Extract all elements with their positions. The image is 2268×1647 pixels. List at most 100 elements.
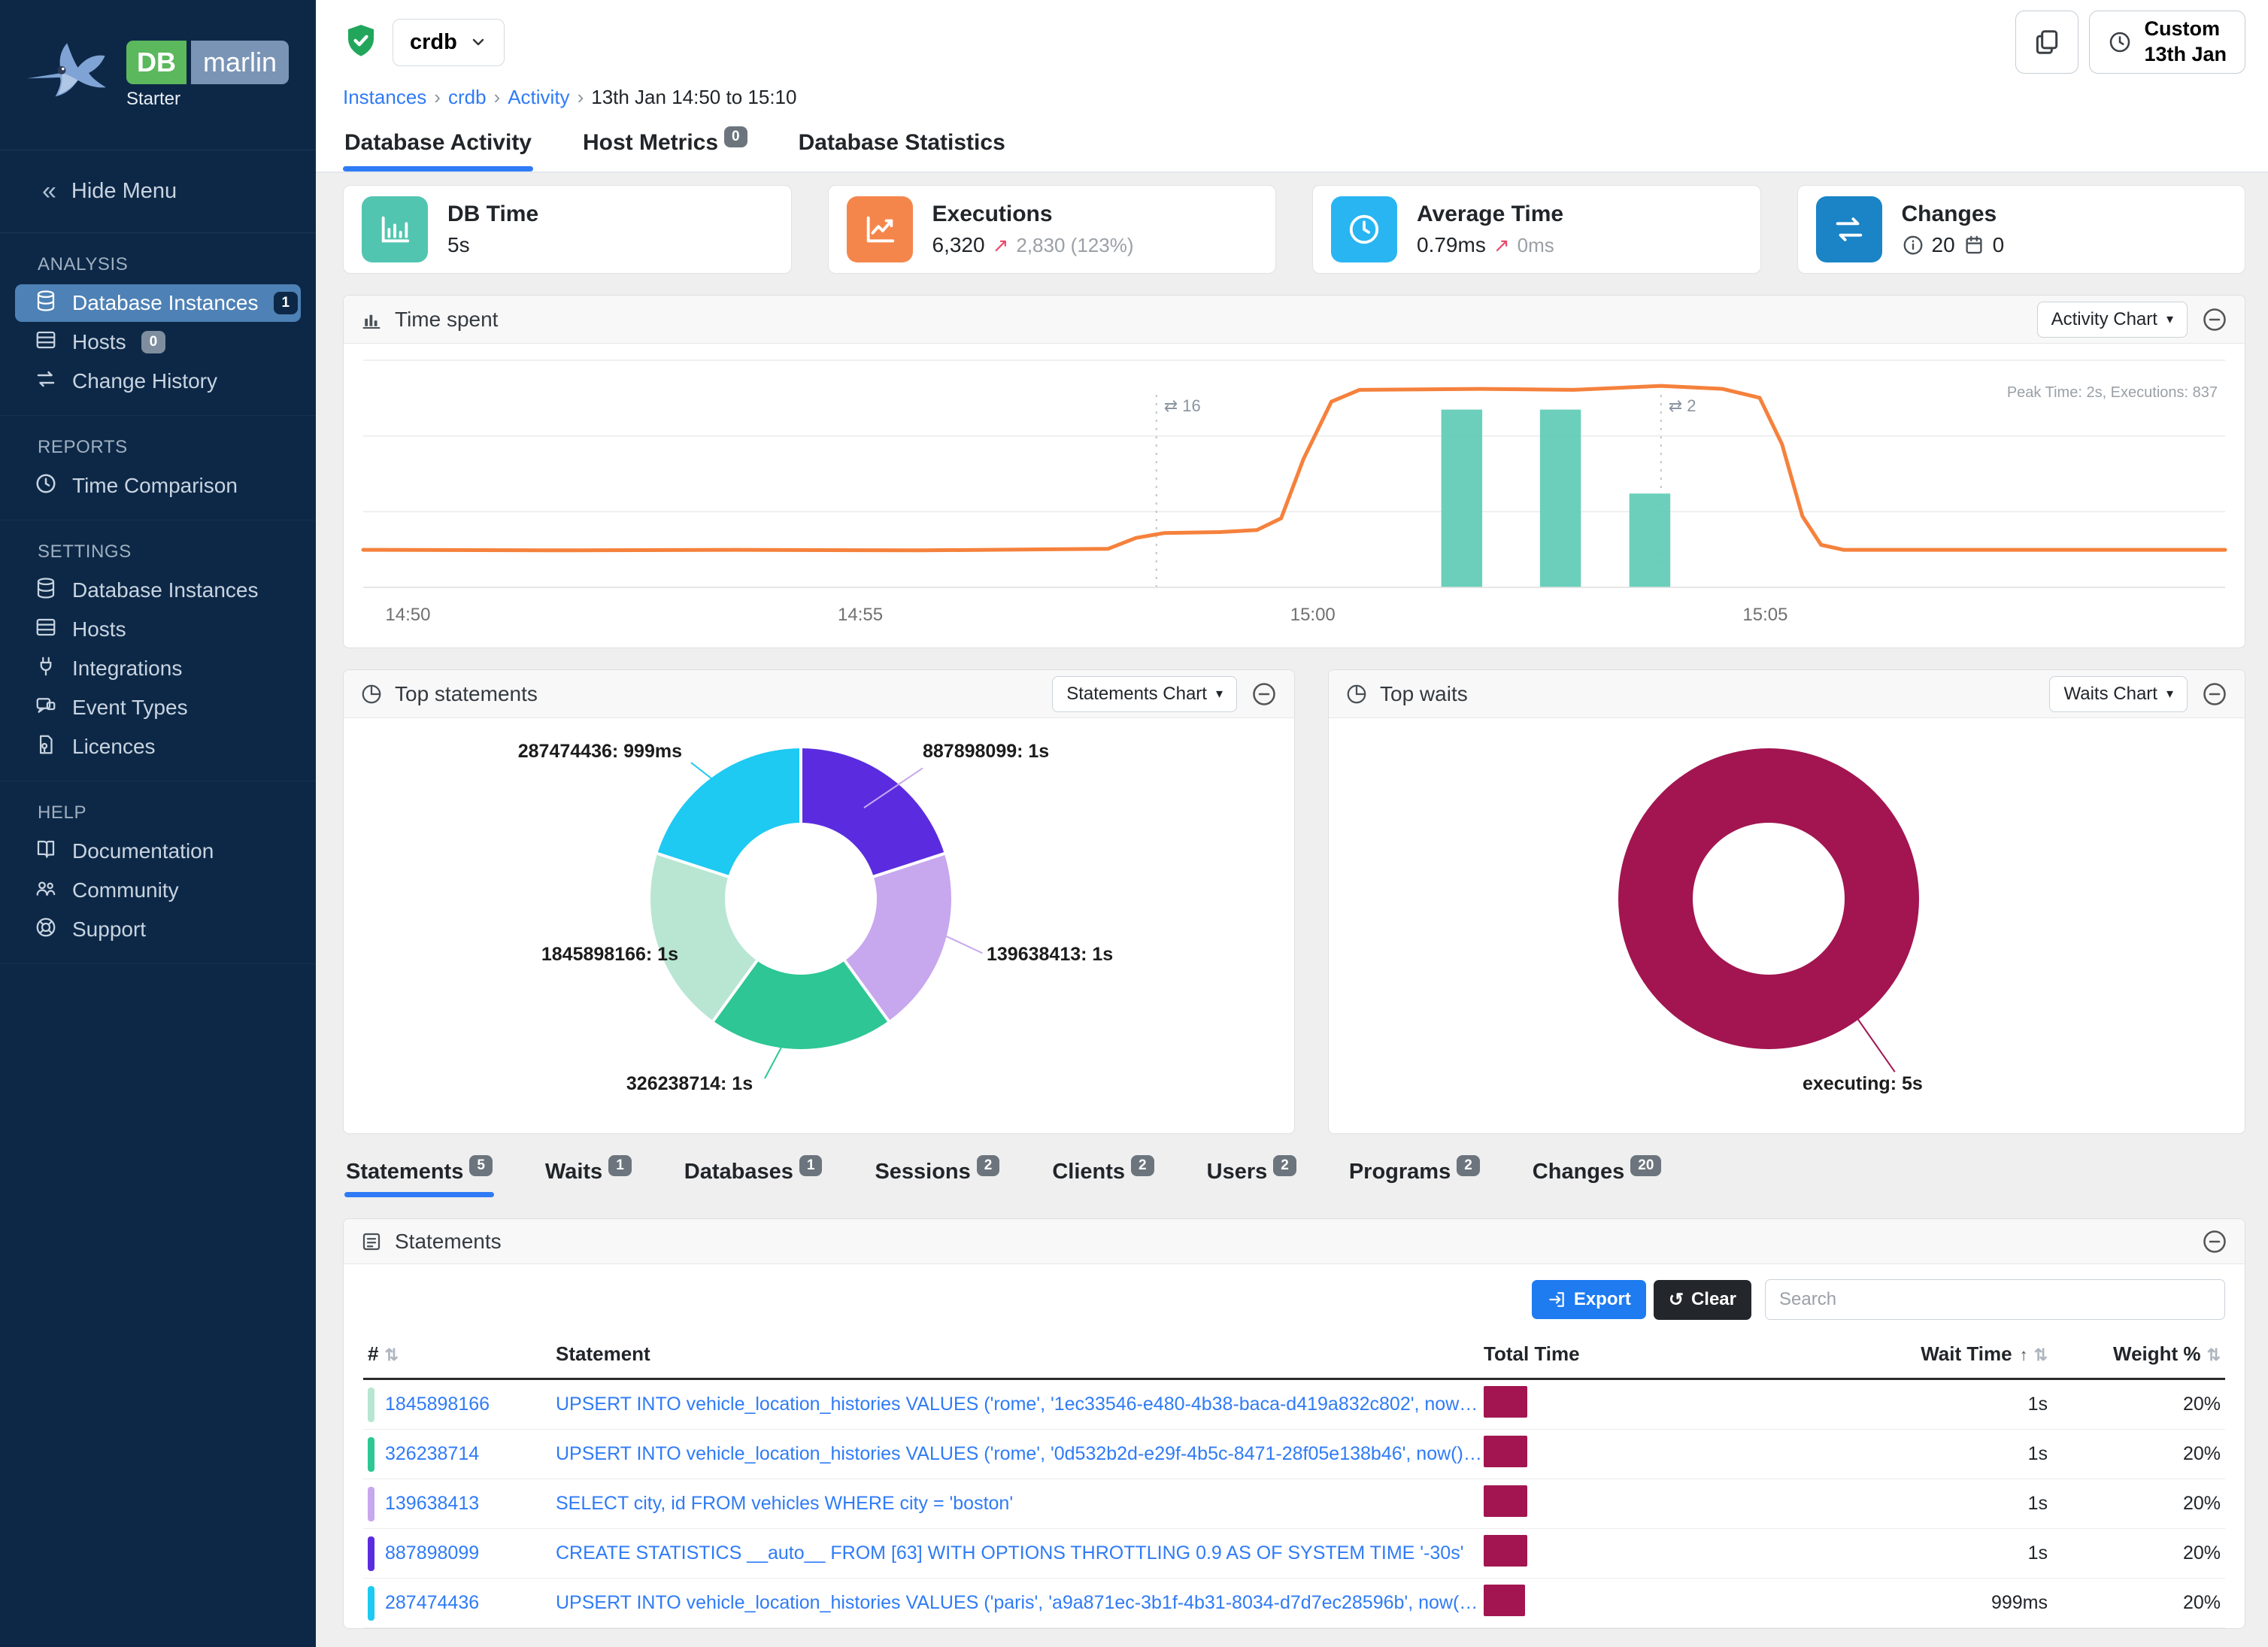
count-badge: 5 bbox=[469, 1155, 493, 1176]
instance-selector[interactable]: crdb bbox=[393, 19, 505, 66]
wait-time-value: 1s bbox=[1800, 1443, 2048, 1465]
clock-icon bbox=[1331, 196, 1397, 262]
statement-id-link[interactable]: 326238714 bbox=[385, 1443, 479, 1465]
sidebar-item[interactable]: Change History bbox=[15, 362, 301, 400]
detail-tab-label: Statements bbox=[346, 1160, 463, 1184]
table-row: 887898099 CREATE STATISTICS __auto__ FRO… bbox=[363, 1529, 2225, 1579]
sidebar-section-title: HELP bbox=[0, 781, 316, 831]
statement-id-link[interactable]: 887898099 bbox=[385, 1542, 479, 1564]
metric-label: Changes bbox=[1902, 202, 2005, 227]
sidebar-item[interactable]: Licences bbox=[15, 728, 301, 766]
sidebar-item[interactable]: Database Instances 1 bbox=[15, 284, 301, 322]
table-row: 1845898166 UPSERT INTO vehicle_location_… bbox=[363, 1380, 2225, 1430]
weight-value: 20% bbox=[2048, 1443, 2221, 1465]
sidebar-item[interactable]: Time Comparison bbox=[15, 467, 301, 505]
metric-delta: 0ms bbox=[1518, 234, 1554, 257]
statement-id-link[interactable]: 287474436 bbox=[385, 1592, 479, 1614]
copy-button[interactable] bbox=[2015, 11, 2078, 74]
caret-down-icon: ▾ bbox=[2166, 311, 2173, 327]
sidebar-item[interactable]: Hosts 0 bbox=[15, 323, 301, 361]
collapse-panel-button[interactable] bbox=[2201, 306, 2228, 333]
statements-chart-dropdown[interactable]: Statements Chart▾ bbox=[1052, 676, 1237, 712]
statement-text-link[interactable]: UPSERT INTO vehicle_location_histories V… bbox=[556, 1592, 1484, 1614]
breadcrumb-item[interactable]: crdb bbox=[448, 86, 487, 109]
sidebar-item[interactable]: Support bbox=[15, 911, 301, 948]
top-statements-panel: Top statements Statements Chart▾ bbox=[343, 669, 1295, 1134]
clock-icon bbox=[35, 472, 57, 500]
instance-name: crdb bbox=[410, 30, 457, 55]
count-badge: 2 bbox=[1131, 1155, 1154, 1176]
statement-text-link[interactable]: SELECT city, id FROM vehicles WHERE city… bbox=[556, 1493, 1484, 1515]
sidebar-section: HELP Documentation Community Support bbox=[0, 781, 316, 964]
column-header-id[interactable]: #⇅ bbox=[368, 1342, 556, 1366]
breadcrumb-item[interactable]: 13th Jan 14:50 to 15:10 bbox=[591, 86, 796, 109]
minus-circle-icon bbox=[2201, 681, 2228, 708]
panel-title: Top statements bbox=[395, 682, 538, 706]
sidebar-section-title: SETTINGS bbox=[0, 520, 316, 570]
sidebar-item-label: Integrations bbox=[72, 657, 182, 681]
sidebar-item-label: Database Instances bbox=[72, 578, 259, 602]
time-range-mode: Custom bbox=[2144, 17, 2227, 42]
main-tab[interactable]: Host Metrics0 bbox=[581, 121, 749, 171]
sidebar-item[interactable]: Database Instances bbox=[15, 572, 301, 609]
sidebar-item-label: Hosts bbox=[72, 617, 126, 642]
sidebar: DBmarlin Starter « Hide Menu ANALYSIS Da… bbox=[0, 0, 316, 1647]
collapse-panel-button[interactable] bbox=[1251, 681, 1278, 708]
statement-id-link[interactable]: 139638413 bbox=[385, 1493, 479, 1515]
clear-button[interactable]: ↺ Clear bbox=[1654, 1280, 1751, 1320]
statement-text-link[interactable]: UPSERT INTO vehicle_location_histories V… bbox=[556, 1394, 1484, 1415]
sidebar-item[interactable]: Community bbox=[15, 872, 301, 909]
detail-tab-label: Clients bbox=[1052, 1160, 1125, 1184]
time-range-button[interactable]: Custom 13th Jan bbox=[2089, 11, 2245, 74]
search-input[interactable] bbox=[1765, 1279, 2225, 1320]
svg-text:15:00: 15:00 bbox=[1290, 605, 1336, 625]
detail-tab[interactable]: Programs2 bbox=[1348, 1157, 1481, 1197]
statement-text-link[interactable]: CREATE STATISTICS __auto__ FROM [63] WIT… bbox=[556, 1542, 1484, 1564]
sidebar-item[interactable]: Event Types bbox=[15, 689, 301, 726]
main-tab[interactable]: Database Activity bbox=[343, 121, 533, 171]
column-header-total-time[interactable]: Total Time bbox=[1484, 1342, 1800, 1366]
minus-circle-icon bbox=[2201, 1228, 2228, 1255]
top-statements-chart: 287474436: 999ms 887898099: 1s 139638413… bbox=[344, 718, 1294, 1133]
count-badge: 1 bbox=[608, 1155, 632, 1176]
leader-line bbox=[1854, 1015, 1895, 1072]
detail-tab[interactable]: Sessions2 bbox=[873, 1157, 1001, 1197]
column-header-weight[interactable]: Weight %⇅ bbox=[2048, 1342, 2221, 1366]
detail-tab[interactable]: Databases1 bbox=[683, 1157, 824, 1197]
detail-tab[interactable]: Statements 5 bbox=[344, 1157, 494, 1197]
main-tab[interactable]: Database Statistics bbox=[797, 121, 1007, 171]
sidebar-section: ANALYSIS Database Instances 1 Hosts 0 Ch… bbox=[0, 233, 316, 416]
sort-icon: ⇅ bbox=[384, 1345, 398, 1364]
waits-chart-dropdown[interactable]: Waits Chart▾ bbox=[2049, 676, 2188, 712]
sidebar-item[interactable]: Documentation bbox=[15, 833, 301, 870]
copy-icon bbox=[2033, 28, 2061, 56]
metric-value: 5s bbox=[447, 233, 470, 257]
column-header-statement[interactable]: Statement bbox=[556, 1342, 1484, 1366]
sidebar-item[interactable]: Integrations bbox=[15, 650, 301, 687]
sidebar-item-label: Hosts bbox=[72, 330, 126, 354]
activity-chart-dropdown[interactable]: Activity Chart▾ bbox=[2037, 302, 2188, 338]
panel-title: Time spent bbox=[395, 308, 498, 332]
column-header-wait-time[interactable]: Wait Time↑⇅ bbox=[1800, 1342, 2048, 1366]
collapse-panel-button[interactable] bbox=[2201, 1228, 2228, 1255]
line-chart-icon bbox=[847, 196, 913, 262]
detail-tab[interactable]: Waits1 bbox=[544, 1157, 633, 1197]
info-icon bbox=[1902, 234, 1924, 256]
metric-label: Executions bbox=[932, 202, 1134, 227]
collapse-panel-button[interactable] bbox=[2201, 681, 2228, 708]
count-badge: 1 bbox=[274, 292, 299, 314]
table-row: 326238714 UPSERT INTO vehicle_location_h… bbox=[363, 1430, 2225, 1479]
detail-tab[interactable]: Changes20 bbox=[1531, 1157, 1663, 1197]
svg-text:14:50: 14:50 bbox=[385, 605, 430, 625]
hide-menu-button[interactable]: « Hide Menu bbox=[0, 150, 316, 233]
events-icon bbox=[35, 694, 57, 722]
export-button[interactable]: Export bbox=[1532, 1280, 1646, 1319]
detail-tab[interactable]: Users2 bbox=[1205, 1157, 1298, 1197]
detail-tab[interactable]: Clients 2 bbox=[1051, 1157, 1155, 1197]
statement-id-link[interactable]: 1845898166 bbox=[385, 1394, 490, 1415]
sidebar-item[interactable]: Hosts bbox=[15, 611, 301, 648]
breadcrumb-item[interactable]: Instances bbox=[343, 86, 426, 109]
statement-text-link[interactable]: UPSERT INTO vehicle_location_histories V… bbox=[556, 1443, 1484, 1465]
breadcrumb-item[interactable]: Activity bbox=[508, 86, 569, 109]
peak-annotation: Peak Time: 2s, Executions: 837 bbox=[2007, 384, 2218, 402]
